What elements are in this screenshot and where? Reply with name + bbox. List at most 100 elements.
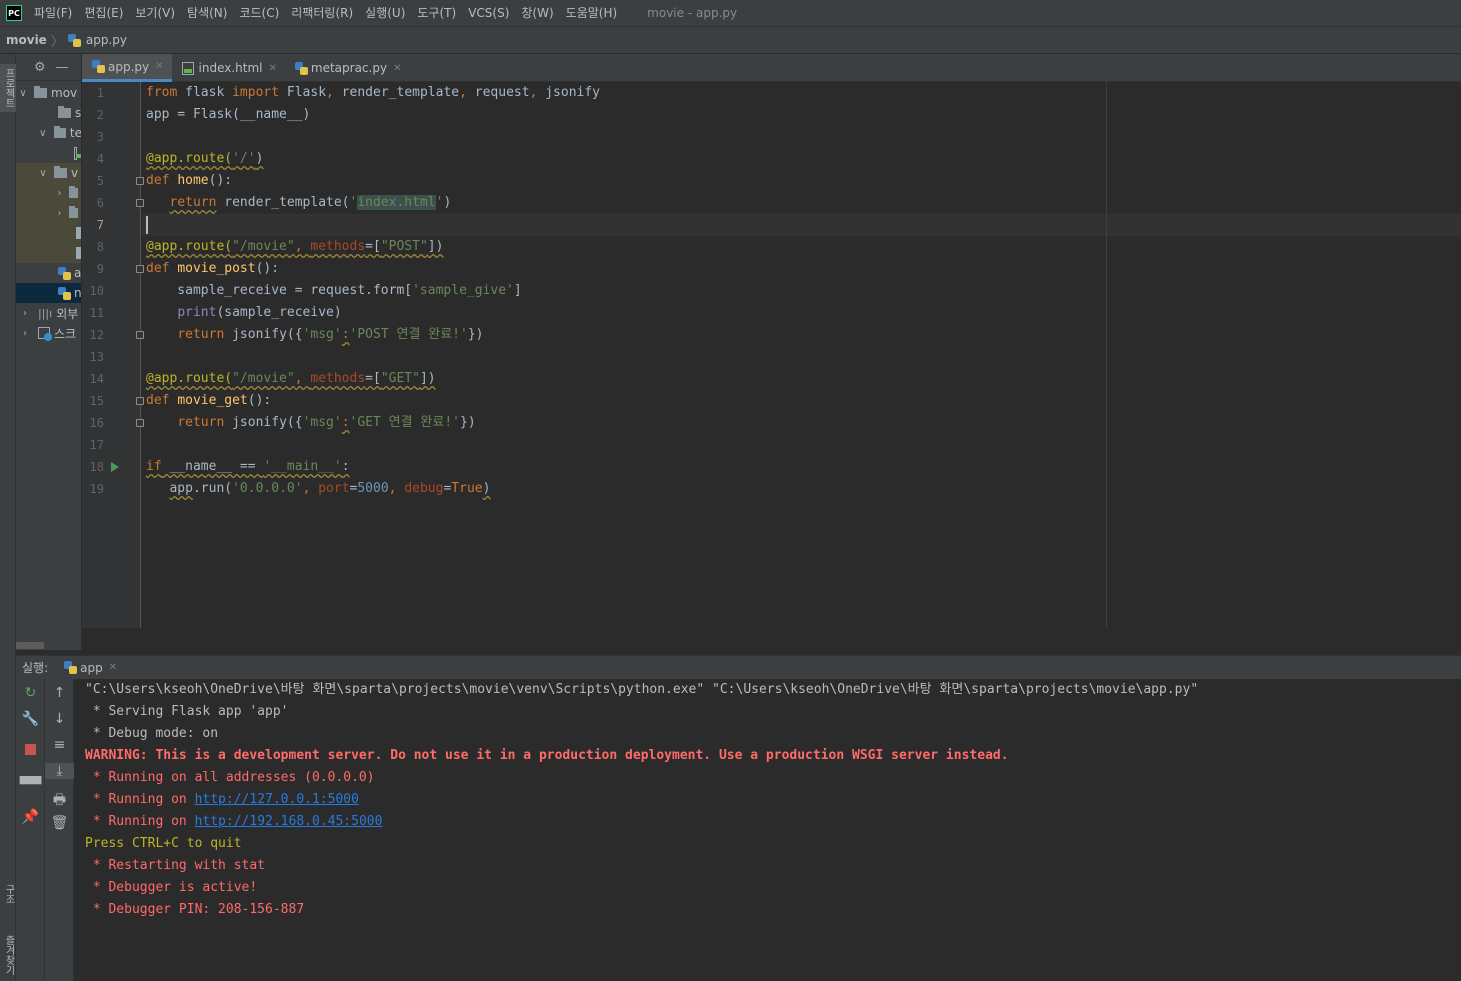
breadcrumb-project[interactable]: movie: [6, 33, 47, 47]
console-link[interactable]: http://192.168.0.45:5000: [195, 814, 383, 829]
window-title: movie - app.py: [647, 6, 738, 20]
tree-item-static[interactable]: s: [16, 103, 81, 123]
project-tool-window-tab[interactable]: 프로젝트: [0, 64, 16, 112]
run-console[interactable]: "C:\Users\kseoh\OneDrive\바탕 화면\sparta\pr…: [74, 679, 1461, 981]
menu-tools[interactable]: 도구(T): [411, 0, 462, 26]
html-file-icon: [74, 146, 81, 160]
code-line-9: def movie_post():: [146, 261, 280, 276]
python-file-icon: [294, 61, 308, 75]
menu-navigate[interactable]: 탐색(N): [181, 0, 233, 26]
menu-bar: PC 파일(F) 편집(E) 보기(V) 탐색(N) 코드(C) 리팩터링(R)…: [0, 0, 1461, 26]
line-number: 2: [96, 108, 104, 122]
chevron-right-icon[interactable]: ›: [20, 328, 30, 339]
wrench-icon[interactable]: 🔧: [16, 711, 45, 727]
console-link[interactable]: http://127.0.0.1:5000: [195, 792, 359, 807]
python-file-icon: [58, 266, 71, 280]
favorites-tool-window-tab[interactable]: 즐겨찾기: [0, 930, 16, 980]
menu-code[interactable]: 코드(C): [233, 0, 285, 26]
tree-item-scratches[interactable]: › 스크: [16, 323, 81, 343]
folder-icon: [68, 206, 78, 218]
tree-item-lib[interactable]: ›: [16, 183, 81, 203]
tab-index-html[interactable]: index.html ✕: [172, 54, 285, 82]
tree-item-external-libraries[interactable]: › |||ı 외부: [16, 303, 81, 323]
left-tool-strip: 프로젝트 구조 즐겨찾기: [0, 54, 16, 981]
breadcrumb-separator-icon: 〉: [50, 34, 64, 50]
fold-marker-icon[interactable]: [136, 331, 144, 339]
tree-item-label: te: [69, 126, 82, 140]
scroll-to-end-icon[interactable]: ⤓: [45, 763, 74, 779]
print-icon[interactable]: 🖶: [45, 789, 74, 813]
text-caret: [146, 216, 148, 234]
line-number: 6: [96, 196, 104, 210]
line-number: 14: [89, 372, 104, 386]
breadcrumb-file[interactable]: app.py: [86, 33, 127, 47]
line-number: 18: [89, 460, 104, 474]
fold-marker-icon[interactable]: [136, 419, 144, 427]
trash-icon[interactable]: 🗑: [45, 815, 74, 831]
hide-icon[interactable]: —: [56, 60, 69, 75]
chevron-right-icon[interactable]: ›: [20, 308, 30, 319]
line-number: 16: [89, 416, 104, 430]
run-tab-label: app: [80, 660, 103, 675]
tree-item-scripts[interactable]: ›: [16, 203, 81, 223]
tree-item-pyvenv-cfg[interactable]: [16, 243, 81, 263]
structure-tool-window-tab[interactable]: 구조: [0, 874, 16, 914]
tab-app-py[interactable]: app.py ✕: [82, 54, 172, 82]
tab-metaprac-py[interactable]: metaprac.py ✕: [285, 54, 410, 82]
soft-wrap-icon[interactable]: ≡: [45, 737, 74, 753]
run-tab-app[interactable]: app ✕: [64, 661, 117, 675]
close-icon[interactable]: ✕: [393, 63, 401, 74]
line-number: 9: [96, 262, 104, 276]
tree-item-templates[interactable]: ∨ te: [16, 123, 82, 143]
close-icon[interactable]: ✕: [269, 63, 277, 74]
menu-view[interactable]: 보기(V): [129, 0, 181, 26]
arrow-up-icon[interactable]: ↑: [45, 685, 74, 701]
gear-icon[interactable]: ⚙: [34, 60, 46, 75]
tree-item-label: mov: [51, 86, 78, 100]
tree-item-index-html[interactable]: [16, 143, 81, 163]
menu-file[interactable]: 파일(F): [28, 0, 78, 26]
fold-marker-icon[interactable]: [136, 177, 144, 185]
close-icon[interactable]: ✕: [155, 61, 163, 72]
chevron-down-icon[interactable]: ∨: [18, 88, 28, 99]
code-editor[interactable]: 1 2 3 4 5 6 7 8 9 10 11 12 13 14 15 16 1…: [82, 82, 1461, 628]
fold-marker-icon[interactable]: [136, 397, 144, 405]
tree-item-project-root[interactable]: ∨ mov: [16, 83, 81, 103]
line-number: 4: [96, 152, 104, 166]
chevron-right-icon[interactable]: ›: [56, 188, 63, 199]
code-line-14: @app.route("/movie", methods=["GET"]): [146, 371, 436, 386]
fold-marker-icon[interactable]: [136, 199, 144, 207]
menu-window[interactable]: 창(W): [515, 0, 559, 26]
chevron-down-icon[interactable]: ∨: [38, 128, 48, 139]
code-line-19: app.run('0.0.0.0', port=5000, debug=True…: [169, 481, 491, 496]
tree-item-app-py[interactable]: a: [16, 263, 81, 283]
tree-item-venv[interactable]: ∨ v: [16, 163, 81, 183]
menu-help[interactable]: 도움말(H): [560, 0, 624, 26]
menu-edit[interactable]: 편집(E): [78, 0, 129, 26]
tree-item-gitignore[interactable]: [16, 223, 81, 243]
run-gutter-icon[interactable]: [111, 462, 119, 472]
line-number: 10: [89, 284, 104, 298]
chevron-right-icon[interactable]: ›: [56, 208, 63, 219]
stop-icon[interactable]: [16, 743, 45, 759]
project-toolbar: ⚙ —: [16, 54, 81, 81]
rerun-icon[interactable]: ↻: [16, 685, 45, 701]
menu-refactor[interactable]: 리팩터링(R): [285, 0, 359, 26]
arrow-down-icon[interactable]: ↓: [45, 711, 74, 727]
project-panel: ⚙ — ∨ mov s ∨ te ∨ v › › a n › |||ı 외부 ›…: [16, 54, 82, 650]
layout-icon[interactable]: ▀▀: [16, 777, 45, 793]
chevron-down-icon[interactable]: ∨: [38, 168, 48, 179]
tree-item-metaprac-py[interactable]: n: [16, 283, 81, 303]
menu-run[interactable]: 실행(U): [359, 0, 411, 26]
console-line: * Running on http://192.168.0.45:5000: [85, 814, 383, 829]
folder-icon: [34, 86, 47, 98]
fold-marker-icon[interactable]: [136, 265, 144, 273]
project-horizontal-scrollbar[interactable]: [16, 642, 44, 649]
line-number: 17: [89, 438, 104, 452]
close-icon[interactable]: ✕: [109, 662, 117, 673]
pin-icon[interactable]: 📌: [16, 809, 45, 825]
tree-item-label: 스크: [54, 326, 77, 341]
menu-vcs[interactable]: VCS(S): [462, 0, 515, 26]
breadcrumb: movie 〉 app.py: [0, 26, 1461, 54]
folder-icon: [58, 106, 71, 118]
